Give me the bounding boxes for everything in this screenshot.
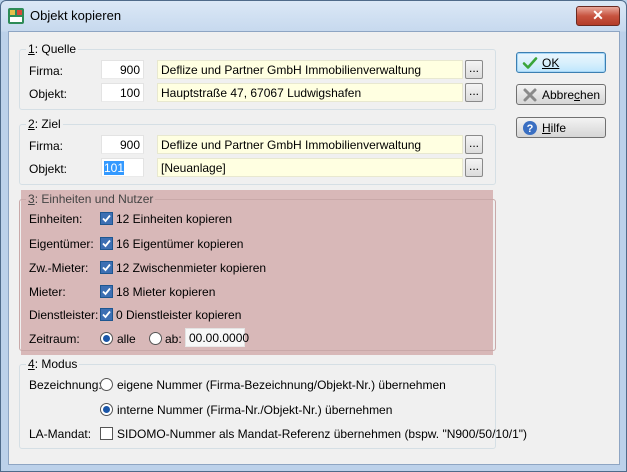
legend-einheiten: 3: Einheiten und Nutzer — [26, 192, 156, 206]
zeitraum-alle-text[interactable]: alle — [117, 332, 136, 346]
checkmark-icon — [522, 57, 538, 69]
ok-button[interactable]: OK — [516, 52, 606, 73]
lamandat-checkbox-text[interactable]: SIDOMO-Nummer als Mandat-Referenz überne… — [117, 427, 527, 441]
hilfe-button[interactable]: ? Hilfe — [516, 117, 606, 138]
zwischenmieter-checkbox[interactable] — [100, 261, 113, 274]
lamandat-label: LA-Mandat: — [29, 427, 92, 441]
legend-ziel: 2: Ziel — [26, 117, 63, 131]
mieter-label: Mieter: — [29, 285, 66, 299]
interne-nummer-text[interactable]: interne Nummer (Firma-Nr./Objekt-Nr.) üb… — [117, 403, 392, 417]
abbrechen-button[interactable]: Abbrechen — [516, 84, 606, 105]
ziel-firma-label: Firma: — [29, 139, 63, 153]
zwischenmieter-checkbox-text[interactable]: 12 Zwischenmieter kopieren — [116, 261, 266, 275]
ziel-objekt-number-selected: 101 — [104, 161, 125, 175]
dialog-window: Objekt kopieren ✕ 1: Quelle Firma: 900 D… — [0, 0, 627, 472]
ok-label: OK — [542, 56, 560, 70]
ziel-firma-name-field[interactable]: Deflize und Partner GmbH Immobilienverwa… — [157, 135, 463, 154]
ziel-objekt-name-field[interactable]: [Neuanlage] — [157, 158, 463, 177]
quelle-objekt-number-field[interactable]: 100 — [101, 83, 144, 102]
group-einheiten: 3: Einheiten und Nutzer — [19, 192, 496, 351]
help-icon: ? — [523, 121, 537, 135]
cross-icon — [523, 88, 537, 102]
title-bar[interactable]: Objekt kopieren ✕ — [1, 1, 626, 31]
quelle-firma-name-field[interactable]: Deflize und Partner GmbH Immobilienverwa… — [157, 60, 463, 79]
zeitraum-ab-text[interactable]: ab: — [165, 332, 182, 346]
hilfe-label: Hilfe — [542, 121, 567, 135]
quelle-objekt-label: Objekt: — [29, 87, 68, 101]
zeitraum-label: Zeitraum: — [29, 332, 80, 346]
ziel-objekt-browse-button[interactable]: ... — [465, 158, 483, 177]
quelle-objekt-browse-button[interactable]: ... — [465, 83, 483, 102]
einheiten-label: Einheiten: — [29, 212, 83, 226]
eigene-nummer-radio[interactable] — [100, 378, 113, 391]
eigentuemer-checkbox[interactable] — [100, 237, 113, 250]
quelle-firma-number-field[interactable]: 900 — [101, 60, 144, 79]
ziel-objekt-label: Objekt: — [29, 162, 68, 176]
zeitraum-ab-radio[interactable] — [149, 332, 162, 345]
dienstleister-label: Dienstleister: — [29, 308, 99, 322]
legend-quelle: 1: Quelle — [26, 42, 79, 56]
dienstleister-checkbox-text[interactable]: 0 Dienstleister kopieren — [116, 308, 241, 322]
close-button[interactable]: ✕ — [576, 6, 620, 26]
svg-text:?: ? — [527, 123, 534, 135]
eigentuemer-checkbox-text[interactable]: 16 Eigentümer kopieren — [116, 237, 243, 251]
dialog-body: 1: Quelle Firma: 900 Deflize und Partner… — [8, 31, 620, 465]
window-title: Objekt kopieren — [30, 8, 122, 23]
eigentuemer-label: Eigentümer: — [29, 237, 94, 251]
mieter-checkbox[interactable] — [100, 285, 113, 298]
zwischenmieter-label: Zw.-Mieter: — [29, 261, 89, 275]
quelle-firma-browse-button[interactable]: ... — [465, 60, 483, 79]
mieter-checkbox-text[interactable]: 18 Mieter kopieren — [116, 285, 215, 299]
app-icon — [8, 8, 24, 24]
quelle-objekt-name-field[interactable]: Hauptstraße 47, 67067 Ludwigshafen — [157, 83, 463, 102]
quelle-firma-label: Firma: — [29, 64, 63, 78]
lamandat-checkbox[interactable] — [100, 427, 113, 440]
interne-nummer-radio[interactable] — [100, 403, 113, 416]
einheiten-checkbox-text[interactable]: 12 Einheiten kopieren — [116, 212, 232, 226]
eigene-nummer-text[interactable]: eigene Nummer (Firma-Bezeichnung/Objekt-… — [117, 378, 446, 392]
ziel-objekt-number-field[interactable]: 101 — [101, 158, 144, 177]
einheiten-checkbox[interactable] — [100, 212, 113, 225]
bezeichnung-label: Bezeichnung: — [29, 378, 102, 392]
ziel-firma-number-field[interactable]: 900 — [101, 135, 144, 154]
abbrechen-label: Abbrechen — [542, 88, 601, 102]
zeitraum-alle-radio[interactable] — [100, 332, 113, 345]
legend-modus: 4: Modus — [26, 357, 80, 371]
zeitraum-ab-date-field[interactable]: 00.00.0000 — [185, 328, 249, 347]
dienstleister-checkbox[interactable] — [100, 308, 113, 321]
ziel-firma-browse-button[interactable]: ... — [465, 135, 483, 154]
